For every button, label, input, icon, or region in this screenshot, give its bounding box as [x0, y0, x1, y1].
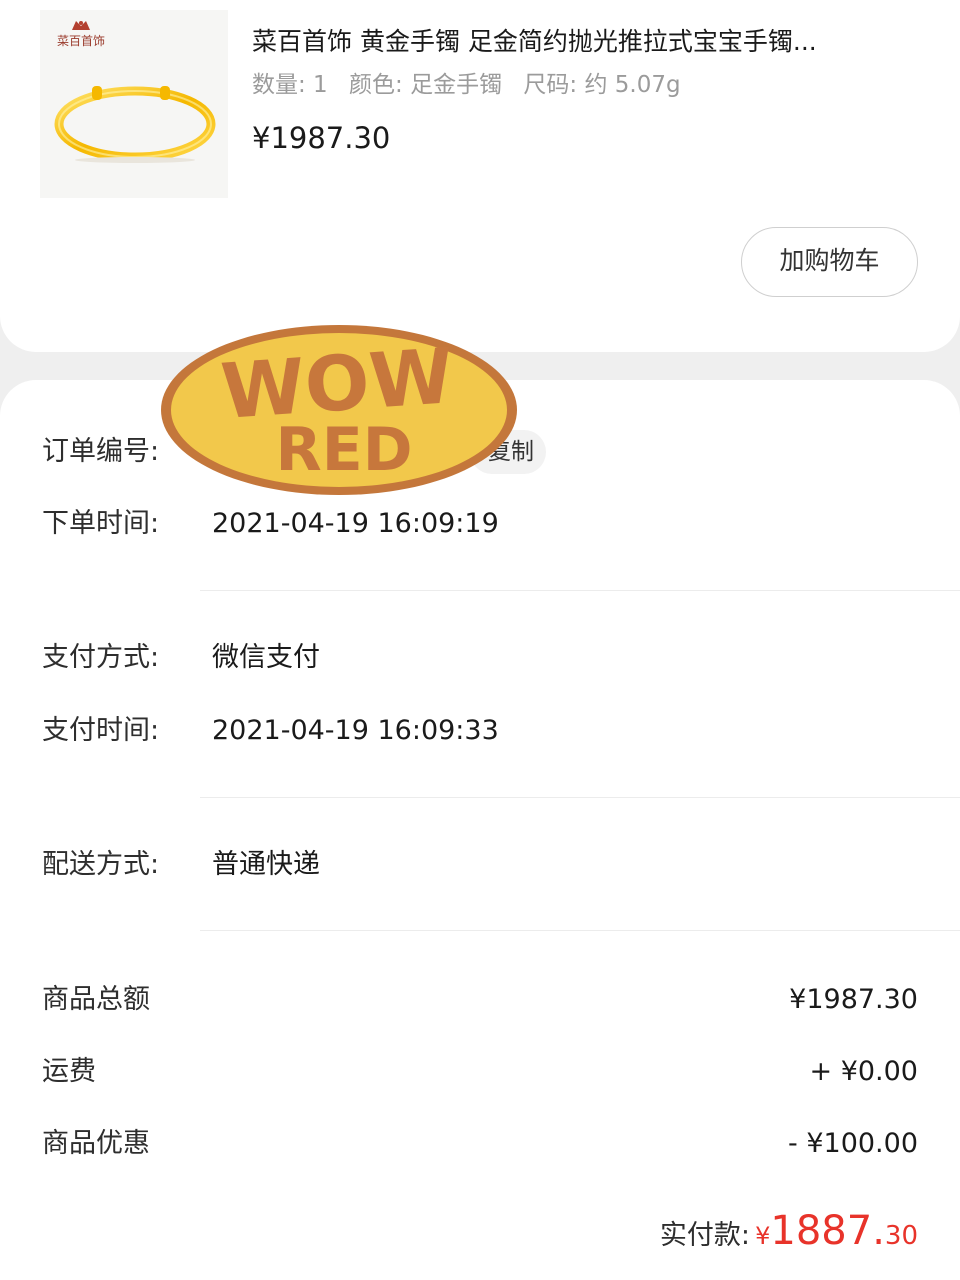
order-time-label: 下单时间:	[42, 508, 160, 539]
pay-method-label: 支付方式:	[42, 642, 160, 673]
order-time-value: 2021-04-19 16:09:19	[212, 508, 499, 539]
discount-label: 商品优惠	[42, 1128, 150, 1159]
order-time-row: 下单时间: 2021-04-19 16:09:19	[42, 504, 499, 544]
pay-time-label: 支付时间:	[42, 715, 160, 746]
amount-paid-currency: ¥	[755, 1222, 771, 1250]
goods-total-value: ¥1987.30	[789, 984, 918, 1015]
pay-method-row: 支付方式: 微信支付	[42, 638, 320, 678]
add-to-cart-button[interactable]: 加购物车	[741, 227, 918, 297]
delivery-label: 配送方式:	[42, 849, 160, 880]
divider	[200, 797, 960, 798]
product-card: 菜百首饰 菜百首饰 黄金手镯 足金简约抛光推拉式宝宝手镯... 数量: 1 颜色…	[0, 0, 960, 352]
divider	[200, 590, 960, 591]
shipping-label: 运费	[42, 1056, 96, 1087]
spec-color: 颜色: 足金手镯	[349, 72, 503, 98]
amount-paid-label: 实付款:	[659, 1220, 751, 1251]
goods-total-row: 商品总额 ¥1987.30	[42, 980, 918, 1020]
amount-paid-integer: 1887.	[770, 1208, 885, 1254]
watermark-line2: RED	[276, 415, 413, 485]
watermark-stamp: WOW RED	[161, 325, 517, 495]
delivery-row: 配送方式: 普通快递	[42, 845, 320, 885]
brand-emblem-icon	[72, 21, 90, 30]
order-detail-page: 菜百首饰 菜百首饰 黄金手镯 足金简约抛光推拉式宝宝手镯... 数量: 1 颜色…	[0, 0, 960, 1280]
delivery-value: 普通快递	[212, 849, 320, 880]
gold-bangle-image	[54, 86, 216, 163]
order-info-card: 订单编号: 复制 下单时间: 2021-04-19 16:09:19 支付方式: 微…	[0, 380, 960, 1280]
amount-paid-row: 实付款: ¥1887.30	[660, 1206, 918, 1256]
goods-total-label: 商品总额	[42, 984, 150, 1015]
pay-time-value: 2021-04-19 16:09:33	[212, 715, 499, 746]
discount-row: 商品优惠 - ¥100.00	[42, 1124, 918, 1164]
amount-paid-decimal: 30	[884, 1221, 918, 1251]
spec-quantity: 数量: 1	[252, 72, 328, 98]
discount-value: - ¥100.00	[788, 1128, 918, 1159]
product-price: ¥1987.30	[252, 121, 391, 155]
product-image[interactable]: 菜百首饰	[40, 10, 228, 198]
brand-name: 菜百首饰	[56, 34, 105, 48]
brand-logo: 菜百首饰	[46, 18, 116, 48]
shipping-value: + ¥0.00	[809, 1056, 918, 1087]
product-specs: 数量: 1 颜色: 足金手镯 尺码: 约 5.07g	[252, 68, 681, 102]
divider	[200, 930, 960, 931]
pay-method-value: 微信支付	[212, 642, 320, 673]
product-title[interactable]: 菜百首饰 黄金手镯 足金简约抛光推拉式宝宝手镯...	[252, 24, 912, 60]
shipping-row: 运费 + ¥0.00	[42, 1052, 918, 1092]
pay-time-row: 支付时间: 2021-04-19 16:09:33	[42, 711, 499, 751]
spec-size: 尺码: 约 5.07g	[523, 72, 681, 98]
